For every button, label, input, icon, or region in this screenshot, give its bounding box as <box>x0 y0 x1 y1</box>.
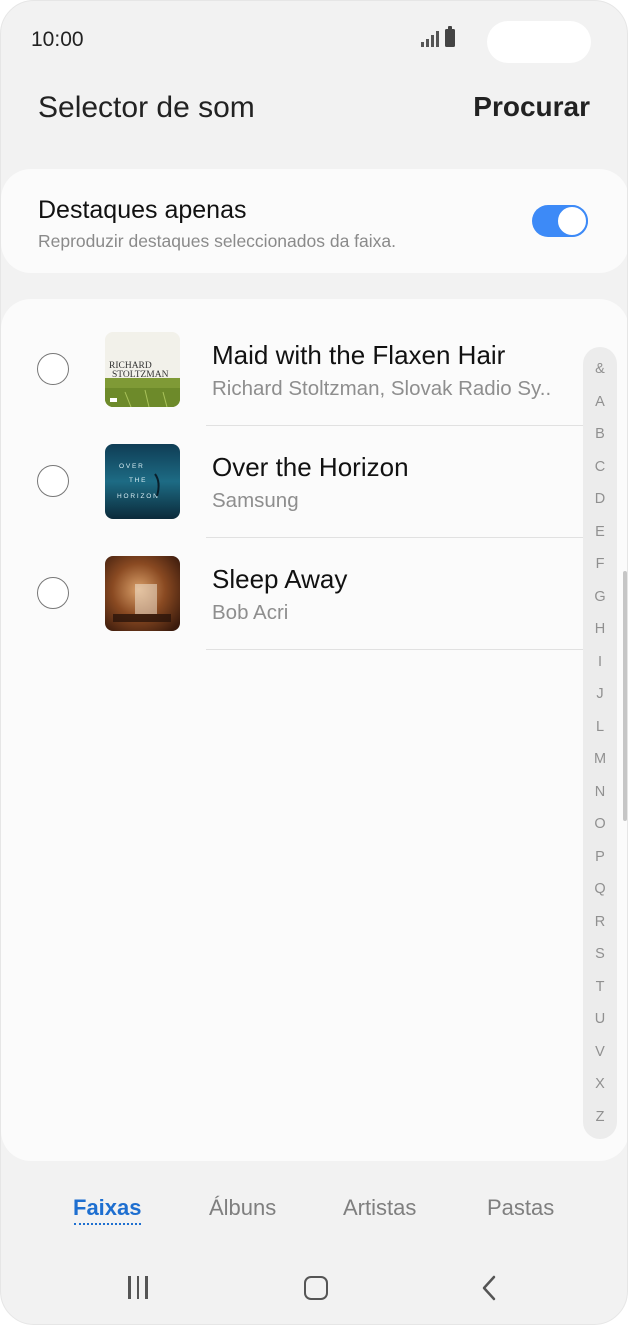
index-letter[interactable]: G <box>583 589 617 605</box>
track-item[interactable]: RICHARD STOLTZMAN Maid with the Flaxen H… <box>1 299 583 426</box>
recents-icon[interactable] <box>128 1276 148 1299</box>
screen: 10:00 Selector de som Procurar Destaques… <box>0 0 628 1325</box>
index-letter[interactable]: V <box>583 1044 617 1060</box>
track-radio[interactable] <box>37 465 69 497</box>
track-radio[interactable] <box>37 353 69 385</box>
highlights-title: Destaques apenas <box>38 196 247 224</box>
index-letter[interactable]: M <box>583 751 617 767</box>
status-icons <box>421 26 455 47</box>
index-letter[interactable]: O <box>583 816 617 832</box>
track-title: Maid with the Flaxen Hair <box>212 340 506 370</box>
toggle-knob <box>556 205 588 237</box>
tab-albuns[interactable]: Álbuns <box>209 1195 276 1221</box>
index-letter[interactable]: D <box>583 491 617 507</box>
index-letter[interactable]: S <box>583 946 617 962</box>
index-letter[interactable]: H <box>583 621 617 637</box>
index-letter[interactable]: B <box>583 426 617 442</box>
track-radio[interactable] <box>37 577 69 609</box>
index-letter[interactable]: L <box>583 719 617 735</box>
art-text-2: STOLTZMAN <box>112 370 169 380</box>
home-icon[interactable] <box>304 1276 328 1300</box>
track-item[interactable]: Sleep Away Bob Acri <box>1 523 583 650</box>
index-letter[interactable]: T <box>583 979 617 995</box>
tab-pastas[interactable]: Pastas <box>487 1195 554 1221</box>
scrollbar[interactable] <box>623 571 627 821</box>
art-text-1: O V E R <box>119 463 143 470</box>
track-artist: Bob Acri <box>212 601 289 624</box>
index-letter[interactable]: J <box>583 686 617 702</box>
art-text-3: H O R I Z O N <box>117 493 158 500</box>
index-letter[interactable]: Q <box>583 881 617 897</box>
album-art: RICHARD STOLTZMAN <box>105 332 180 407</box>
index-letter[interactable]: E <box>583 524 617 540</box>
active-tab-indicator <box>74 1223 141 1225</box>
tab-faixas[interactable]: Faixas <box>73 1195 142 1221</box>
art-text-2: T H E <box>129 477 146 484</box>
index-letter[interactable]: A <box>583 394 617 410</box>
signal-icon <box>421 31 439 47</box>
camera-cutout <box>487 21 591 63</box>
page-title: Selector de som <box>38 91 255 124</box>
alphabet-index[interactable]: & A B C D E F G H I J L M N O P Q R S T … <box>583 347 617 1139</box>
album-art: O V E R T H E H O R I Z O N <box>105 444 180 519</box>
status-time: 10:00 <box>31 28 84 51</box>
index-letter[interactable]: & <box>583 361 617 377</box>
track-list: RICHARD STOLTZMAN Maid with the Flaxen H… <box>1 299 627 1161</box>
track-artist: Samsung <box>212 489 299 512</box>
track-title: Sleep Away <box>212 564 348 594</box>
index-letter[interactable]: X <box>583 1076 617 1092</box>
divider <box>206 649 583 650</box>
back-icon[interactable] <box>481 1275 497 1306</box>
index-letter[interactable]: R <box>583 914 617 930</box>
index-letter[interactable]: U <box>583 1011 617 1027</box>
index-letter[interactable]: Z <box>583 1109 617 1125</box>
highlights-subtitle: Reproduzir destaques seleccionados da fa… <box>38 231 396 251</box>
index-letter[interactable]: C <box>583 459 617 475</box>
track-title: Over the Horizon <box>212 452 409 482</box>
battery-icon <box>445 26 455 47</box>
tab-artistas[interactable]: Artistas <box>343 1195 416 1221</box>
index-letter[interactable]: P <box>583 849 617 865</box>
track-artist: Richard Stoltzman, Slovak Radio Sy.. <box>212 377 552 400</box>
track-item[interactable]: O V E R T H E H O R I Z O N Over the Hor… <box>1 411 583 538</box>
album-art <box>105 556 180 631</box>
highlights-setting[interactable]: Destaques apenas Reproduzir destaques se… <box>1 169 627 273</box>
search-button[interactable]: Procurar <box>473 91 590 123</box>
highlights-toggle[interactable] <box>532 205 588 237</box>
index-letter[interactable]: N <box>583 784 617 800</box>
index-letter[interactable]: F <box>583 556 617 572</box>
index-letter[interactable]: I <box>583 654 617 670</box>
